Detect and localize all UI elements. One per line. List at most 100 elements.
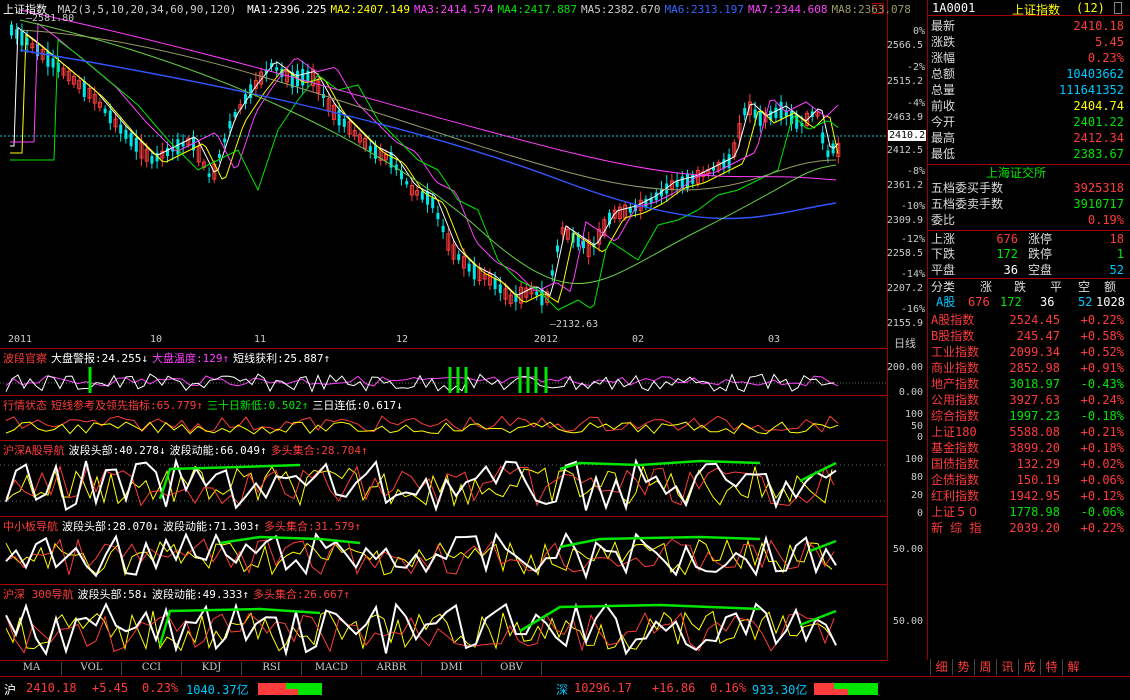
index-price: 1778.98 bbox=[1009, 505, 1060, 519]
exchange-row: 上海证交所 bbox=[928, 164, 1130, 180]
side-tab-5[interactable]: 特 bbox=[1040, 659, 1062, 675]
indicator-5-value-1: 波段动能:49.333↑ bbox=[152, 588, 249, 601]
book-value: 0.19% bbox=[1087, 213, 1124, 227]
sz-pct: 0.16% bbox=[710, 681, 747, 695]
indicator-pane-1[interactable]: 波段官察 大盘警报:24.255↓ 大盘温度:129↑ 短线获利:25.887↑ bbox=[0, 348, 888, 395]
breadth-label-2: 涨停 bbox=[1028, 232, 1053, 246]
index-name: 工业指数 bbox=[931, 345, 980, 359]
indicator-1-name: 波段官察 bbox=[3, 352, 47, 365]
index-price: 3018.97 bbox=[1009, 377, 1060, 391]
exchange-name: 上海证交所 bbox=[986, 166, 1047, 180]
index-name: 基金指数 bbox=[931, 441, 980, 455]
side-tab-6[interactable]: 解 bbox=[1062, 659, 1084, 675]
index-row[interactable]: 商业指数 2852.98 +0.91% bbox=[928, 360, 1130, 376]
breadth-label-2: 跌停 bbox=[1028, 247, 1053, 261]
index-row[interactable]: 企债指数 150.19 +0.06% bbox=[928, 472, 1130, 488]
order-book-row: 委比 0.19% bbox=[928, 212, 1130, 228]
index-row[interactable]: 红利指数 1942.95 +0.12% bbox=[928, 488, 1130, 504]
index-row[interactable]: 国债指数 132.29 +0.02% bbox=[928, 456, 1130, 472]
indicator-tab-macd[interactable]: MACD bbox=[302, 662, 362, 675]
index-change: +0.52% bbox=[1080, 345, 1124, 359]
quote-value: 10403662 bbox=[1066, 67, 1124, 81]
index-name: A股指数 bbox=[931, 313, 975, 327]
quote-label: 涨幅 bbox=[931, 51, 956, 65]
index-price: 150.19 bbox=[1016, 473, 1060, 487]
indicator-pane-5[interactable]: 沪深 300导航 波段头部:58↓ 波段动能:49.333↑ 多头集合:26.667↑ bbox=[0, 584, 888, 660]
indicator-tab-obv[interactable]: OBV bbox=[482, 662, 542, 675]
ma-value-2: MA2:2407.149 bbox=[330, 3, 411, 16]
index-row[interactable]: 公用指数 3927.63 +0.24% bbox=[928, 392, 1130, 408]
index-change: +0.24% bbox=[1080, 393, 1124, 407]
indicator-tab-rsi[interactable]: RSI bbox=[242, 662, 302, 675]
index-name: 新 综 指 bbox=[931, 521, 982, 535]
indicator-5-value-0: 波段头部:58↓ bbox=[77, 588, 149, 601]
index-row[interactable]: 基金指数 3899.20 +0.18% bbox=[928, 440, 1130, 456]
indicator-tab-dmi[interactable]: DMI bbox=[422, 662, 482, 675]
class-header-cell: 额 bbox=[1104, 280, 1117, 294]
sz-amount: 933.30亿 bbox=[752, 683, 808, 697]
index-row[interactable]: 地产指数 3018.97 -0.43% bbox=[928, 376, 1130, 392]
breadth-row: 上涨 676 涨停 18 bbox=[928, 230, 1130, 246]
breadth-value: 36 bbox=[1003, 263, 1018, 277]
sz-change: +16.86 bbox=[652, 681, 696, 695]
chart-area[interactable]: 上证指数 MA2(3,5,10,20,34,60,90,120) MA1:239… bbox=[0, 0, 911, 660]
candles bbox=[10, 20, 841, 314]
side-tab-4[interactable]: 成 bbox=[1018, 659, 1040, 675]
quote-row: 前收 2404.74 bbox=[928, 98, 1130, 114]
index-row[interactable]: A股指数 2524.45 +0.22% bbox=[928, 312, 1130, 328]
index-row[interactable]: B股指数 245.47 +0.58% bbox=[928, 328, 1130, 344]
price-pane[interactable]: 上证指数 MA2(3,5,10,20,34,60,90,120) MA1:239… bbox=[0, 0, 911, 334]
ma-value-1: MA1:2396.225 bbox=[247, 3, 327, 16]
indicator-tab-ma[interactable]: MA bbox=[2, 662, 62, 675]
indicator-pane-3[interactable]: 沪深A股导航 波段头部:40.278↓ 波段动能:66.049↑ 多头集合:28.70… bbox=[0, 440, 888, 516]
indicator-tab-vol[interactable]: VOL bbox=[62, 662, 122, 675]
quote-value: 2410.18 bbox=[1073, 19, 1124, 33]
index-change: +0.22% bbox=[1080, 313, 1124, 327]
side-tab-3[interactable]: 讯 bbox=[996, 659, 1018, 675]
index-price: 2039.20 bbox=[1009, 521, 1060, 535]
indicator-1-value-2: 短线获利:25.887↑ bbox=[233, 352, 331, 365]
class-row-a: A股 676 172 36 52 1028 bbox=[928, 294, 1130, 310]
index-change: +0.06% bbox=[1080, 473, 1124, 487]
index-row[interactable]: 上证５０ 1778.98 -0.06% bbox=[928, 504, 1130, 520]
candlestick-chart[interactable] bbox=[0, 0, 888, 334]
indicator-tab-arbr[interactable]: ARBR bbox=[362, 662, 422, 675]
index-change: +0.91% bbox=[1080, 361, 1124, 375]
index-price: 1942.95 bbox=[1009, 489, 1060, 503]
scroll-handle-icon[interactable] bbox=[1114, 2, 1122, 14]
price-tick-0: 2566.5 bbox=[886, 40, 923, 51]
date-label-2: 11 bbox=[254, 334, 267, 345]
quote-label: 前收 bbox=[931, 99, 956, 113]
indicator-tab-kdj[interactable]: KDJ bbox=[182, 662, 242, 675]
book-value: 3925318 bbox=[1073, 181, 1124, 195]
sh-breadth-bar bbox=[258, 683, 322, 695]
breadth-label: 下跌 bbox=[931, 247, 956, 261]
index-name: 国债指数 bbox=[931, 457, 980, 471]
index-change: -0.06% bbox=[1080, 505, 1124, 519]
side-tab-0[interactable]: 细 bbox=[930, 659, 952, 675]
index-row[interactable]: 综合指数 1997.23 -0.18% bbox=[928, 408, 1130, 424]
indicator-pane-2[interactable]: 行情状态 短线参考及领先指标:65.779↑ 三十日新低:0.502↑ 三日连低:0.… bbox=[0, 395, 888, 440]
sh-pct: 0.23% bbox=[142, 681, 179, 695]
sz-price: 10296.17 bbox=[574, 681, 632, 695]
breadth-value: 676 bbox=[996, 232, 1018, 246]
security-name: 上证指数 bbox=[1012, 3, 1061, 17]
index-row[interactable]: 上证180 5588.08 +0.21% bbox=[928, 424, 1130, 440]
quote-label: 总量 bbox=[931, 83, 956, 97]
pct-tick-2: -4% bbox=[906, 98, 925, 109]
class-up: 676 bbox=[968, 295, 990, 309]
pct-tick-6: -12% bbox=[900, 234, 925, 245]
side-tab-2[interactable]: 周 bbox=[974, 659, 996, 675]
index-change: -0.43% bbox=[1080, 377, 1124, 391]
side-tab-1[interactable]: 势 bbox=[952, 659, 974, 675]
index-row[interactable]: 新 综 指 2039.20 +0.22% bbox=[928, 520, 1130, 536]
class-down: 172 bbox=[1000, 295, 1022, 309]
date-label-6: 03 bbox=[768, 334, 781, 345]
indicator-2-value-1: 三十日新低:0.502↑ bbox=[206, 399, 309, 412]
index-name: 地产指数 bbox=[931, 377, 980, 391]
date-unit-axis: 日线 bbox=[894, 337, 916, 350]
indicator-tab-cci[interactable]: CCI bbox=[122, 662, 182, 675]
indicator-pane-4[interactable]: 中小板导航 波段头部:28.070↓ 波段动能:71.303↑ 多头集合:31.579… bbox=[0, 516, 888, 584]
index-name: 综合指数 bbox=[931, 409, 980, 423]
index-row[interactable]: 工业指数 2099.34 +0.52% bbox=[928, 344, 1130, 360]
